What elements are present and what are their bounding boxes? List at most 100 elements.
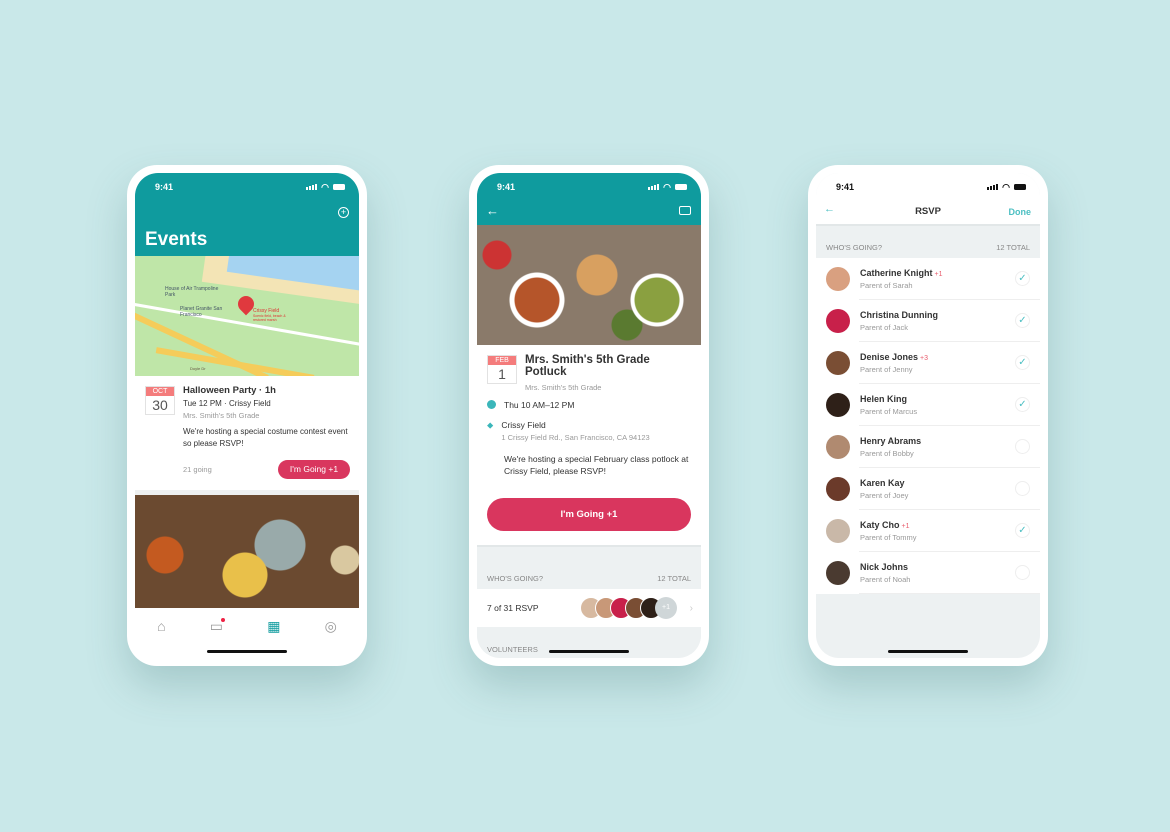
check-icon[interactable]: ✓	[1015, 523, 1030, 538]
event-card[interactable]: OCT 30 Halloween Party · 1h Tue 12 PM · C…	[135, 376, 359, 490]
clock-icon	[487, 400, 496, 409]
attendee-row[interactable]: Henry Abrams Parent of Bobby	[816, 426, 1040, 468]
event-map[interactable]: House of Air Trampoline Park Planet Gran…	[135, 256, 359, 376]
events-phone: 9:41 ◠ + Events House of Air Trampoline P…	[127, 165, 367, 666]
event-group: Mrs. Smith's 5th Grade	[525, 383, 602, 392]
rsvp-header: 9:41 ◠ ← RSVP Done	[816, 173, 1040, 226]
attendee-row[interactable]: Nick Johns Parent of Noah	[816, 552, 1040, 594]
add-event-icon[interactable]: +	[338, 207, 349, 218]
check-icon[interactable]: ✓	[1015, 397, 1030, 412]
event-address: 1 Crissy Field Rd., San Francisco, CA 94…	[501, 433, 650, 442]
status-time: 9:41	[836, 182, 855, 192]
attendee-relation: Parent of Bobby	[860, 449, 914, 458]
section-header: VOLUNTEERS	[487, 645, 538, 654]
wifi-icon: ◠	[1002, 181, 1010, 192]
home-indicator	[549, 650, 629, 653]
more-avatars-badge: +1	[655, 597, 677, 619]
total-count: 12 TOTAL	[996, 242, 1030, 252]
home-indicator	[207, 650, 287, 653]
events-header: 9:41 ◠ + Events	[135, 173, 359, 256]
attendee-name: Catherine Knight	[860, 268, 933, 278]
attendee-row[interactable]: Helen King Parent of Marcus ✓	[816, 384, 1040, 426]
signal-icon	[987, 184, 999, 190]
attendee-row[interactable]: Katy Cho +1 Parent of Tommy ✓	[816, 510, 1040, 552]
avatar	[826, 561, 850, 585]
attendee-row[interactable]: Catherine Knight +1 Parent of Sarah ✓	[816, 258, 1040, 300]
unchecked-icon[interactable]	[1015, 565, 1030, 580]
rsvp-row[interactable]: 7 of 31 RSVP +1 ›	[477, 589, 701, 627]
attendee-name: Karen Kay	[860, 478, 905, 488]
check-icon[interactable]: ✓	[1015, 271, 1030, 286]
event-detail-phone: 9:41 ◠ ← FEB 1 Mrs. Smith's 5th Grade Potl…	[469, 165, 709, 666]
map-label: Scenic field, beach & restored marsh	[253, 314, 286, 322]
home-indicator	[888, 650, 968, 653]
event-when: Tue 12 PM · Crissy Field	[183, 399, 271, 408]
page-title: Events	[145, 229, 208, 250]
attendee-row[interactable]: Denise Jones +3 Parent of Jenny ✓	[816, 342, 1040, 384]
event-photo	[477, 225, 701, 345]
attendee-name: Nick Johns	[860, 562, 909, 572]
avatar-stack: +1	[580, 597, 677, 619]
section-header: WHO'S GOING?	[826, 242, 883, 252]
event-title: Halloween Party · 1h	[183, 385, 276, 396]
attendee-row[interactable]: Karen Kay Parent of Joey	[816, 468, 1040, 510]
unchecked-icon[interactable]	[1015, 481, 1030, 496]
event-time: Thu 10 AM–12 PM	[504, 400, 575, 410]
done-button[interactable]: Done	[1009, 207, 1032, 217]
attendee-name: Henry Abrams	[860, 436, 922, 446]
avatar	[826, 309, 850, 333]
event-image[interactable]	[135, 495, 359, 609]
chat-icon[interactable]	[679, 206, 691, 215]
tab-home[interactable]: ⌂	[157, 618, 165, 658]
wifi-icon: ◠	[663, 181, 671, 192]
attendee-row[interactable]: Christina Dunning Parent of Jack ✓	[816, 300, 1040, 342]
guest-count: +1	[901, 523, 910, 530]
going-count: 21 going	[183, 465, 212, 474]
battery-icon	[1014, 184, 1026, 190]
battery-icon	[333, 184, 345, 190]
total-count: 12 TOTAL	[657, 574, 691, 583]
going-button[interactable]: I'm Going +1	[278, 460, 350, 479]
back-arrow-icon[interactable]: ←	[486, 203, 499, 218]
page-title: RSVP	[915, 206, 941, 217]
check-icon[interactable]: ✓	[1015, 355, 1030, 370]
event-title: Mrs. Smith's 5th Grade Potluck	[525, 354, 650, 378]
tab-explore[interactable]: ◎	[325, 618, 337, 658]
attendee-relation: Parent of Noah	[860, 575, 911, 584]
attendee-relation: Parent of Joey	[860, 491, 909, 500]
avatar	[826, 267, 850, 291]
event-description: We're hosting a special costume contest …	[183, 427, 348, 448]
event-group: Mrs. Smith's 5th Grade	[183, 411, 260, 420]
avatar	[826, 393, 850, 417]
attendee-name: Christina Dunning	[860, 310, 938, 320]
date-badge: OCT 30	[145, 386, 175, 415]
avatar	[826, 477, 850, 501]
section-header: WHO'S GOING?	[487, 574, 544, 583]
signal-icon	[306, 184, 318, 190]
avatar	[826, 351, 850, 375]
attendee-relation: Parent of Jenny	[860, 365, 913, 374]
event-location: Crissy Field	[501, 420, 546, 430]
attendee-relation: Parent of Jack	[860, 323, 908, 332]
unchecked-icon[interactable]	[1015, 439, 1030, 454]
date-badge: FEB 1	[487, 355, 517, 384]
location-pin-icon: ⬥	[487, 420, 494, 430]
avatar	[826, 519, 850, 543]
status-bar: 9:41 ◠	[135, 173, 359, 201]
guest-count: +3	[920, 355, 929, 362]
map-label: Planet Granite San Francisco	[180, 306, 223, 318]
attendee-list: Catherine Knight +1 Parent of Sarah ✓ Christ…	[816, 258, 1040, 594]
guest-count: +1	[934, 271, 943, 278]
rsvp-count: 7 of 31 RSVP	[487, 603, 539, 613]
signal-icon	[648, 184, 660, 190]
map-label: House of Air Trampoline Park	[165, 286, 219, 298]
status-time: 9:41	[497, 182, 516, 192]
attendee-name: Denise Jones	[860, 352, 919, 362]
status-time: 9:41	[155, 182, 174, 192]
attendee-name: Katy Cho	[860, 520, 900, 530]
chevron-right-icon: ›	[689, 602, 693, 614]
attendee-name: Helen King	[860, 394, 908, 404]
detail-header: 9:41 ◠ ←	[477, 173, 701, 225]
check-icon[interactable]: ✓	[1015, 313, 1030, 328]
going-button[interactable]: I'm Going +1	[487, 498, 691, 531]
